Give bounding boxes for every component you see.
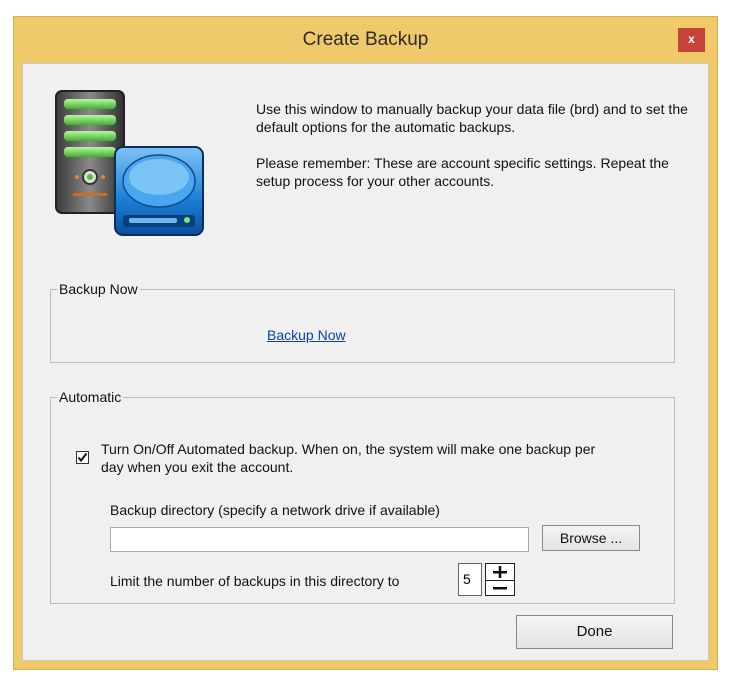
intro-text: Use this window to manually backup your … bbox=[256, 100, 696, 208]
intro-paragraph-1: Use this window to manually backup your … bbox=[256, 101, 688, 135]
backup-now-group: Backup Now Backup Now bbox=[50, 281, 675, 363]
backup-limit-label: Limit the number of backups in this dire… bbox=[110, 573, 400, 589]
browse-button[interactable]: Browse ... bbox=[542, 525, 640, 551]
spin-down-button[interactable] bbox=[486, 580, 514, 597]
backup-now-link[interactable]: Backup Now bbox=[267, 327, 346, 343]
backup-limit-stepper: 5 bbox=[458, 563, 518, 597]
minus-icon bbox=[493, 587, 507, 590]
automatic-group: Automatic Turn On/Off Automated backup. … bbox=[50, 389, 675, 604]
create-backup-window: Create Backup x Use this window to manua… bbox=[13, 16, 718, 670]
server-drive-icon bbox=[51, 89, 211, 244]
automatic-legend: Automatic bbox=[59, 389, 122, 405]
backup-limit-spinner bbox=[485, 563, 515, 596]
spin-up-button[interactable] bbox=[486, 564, 514, 580]
auto-backup-label: Turn On/Off Automated backup. When on, t… bbox=[101, 441, 596, 475]
checkmark-icon bbox=[77, 452, 88, 463]
backup-directory-label: Backup directory (specify a network driv… bbox=[110, 502, 440, 518]
close-button[interactable]: x bbox=[678, 28, 705, 52]
backup-limit-value[interactable]: 5 bbox=[458, 563, 482, 596]
backup-now-legend: Backup Now bbox=[59, 281, 138, 297]
dialog-body: Use this window to manually backup your … bbox=[22, 63, 709, 661]
title-bar[interactable]: Create Backup x bbox=[14, 17, 717, 63]
intro-paragraph-2: Please remember: These are account speci… bbox=[256, 155, 669, 189]
done-button[interactable]: Done bbox=[516, 615, 673, 649]
backup-directory-input[interactable] bbox=[110, 527, 529, 552]
auto-backup-checkbox[interactable] bbox=[76, 451, 89, 464]
plus-icon bbox=[493, 566, 507, 578]
window-title: Create Backup bbox=[302, 29, 429, 50]
